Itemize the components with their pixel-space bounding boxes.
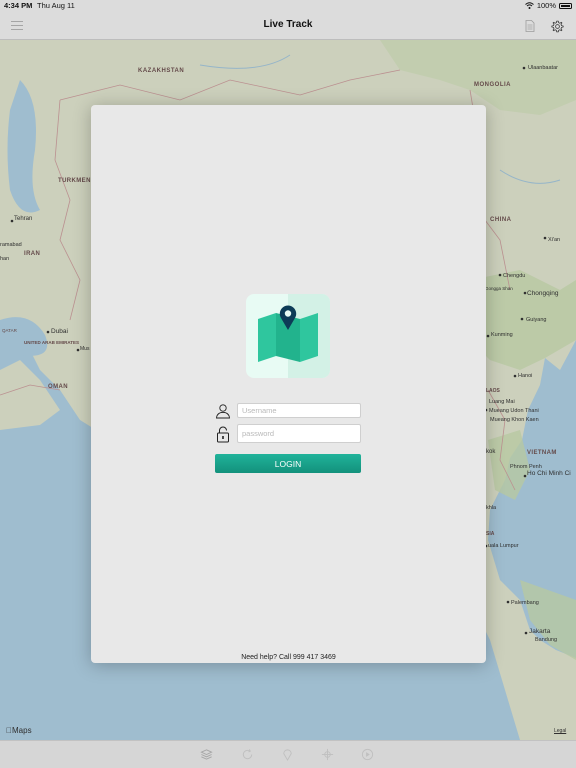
bottom-toolbar <box>0 740 576 768</box>
status-date: Thu Aug 11 <box>37 1 75 10</box>
nav-bar: Live Track <box>0 12 576 40</box>
pin-icon[interactable] <box>281 748 294 761</box>
document-icon[interactable] <box>525 20 535 32</box>
battery-icon <box>559 2 572 9</box>
login-sheet: LOGIN Need help? Call 999 417 3469 <box>91 105 486 663</box>
username-field[interactable] <box>237 403 361 418</box>
map-pin-logo-icon <box>246 294 330 378</box>
page-title: Live Track <box>263 19 313 30</box>
play-icon[interactable] <box>361 748 374 761</box>
refresh-icon[interactable] <box>241 748 254 761</box>
gear-icon[interactable] <box>551 20 564 33</box>
lock-icon <box>217 426 229 443</box>
layers-icon[interactable] <box>200 748 213 761</box>
login-button[interactable]: LOGIN <box>215 454 361 473</box>
password-field[interactable] <box>237 424 361 443</box>
user-icon <box>216 404 230 419</box>
wifi-icon <box>524 2 534 9</box>
battery-percent: 100% <box>536 1 556 10</box>
status-time: 4:34 PM <box>4 1 33 10</box>
status-bar: 4:34 PM Thu Aug 11 100% <box>0 0 576 12</box>
status-right: 100% <box>524 1 572 10</box>
crosshair-icon[interactable] <box>321 748 334 761</box>
help-text: Need help? Call 999 417 3469 <box>241 654 336 661</box>
